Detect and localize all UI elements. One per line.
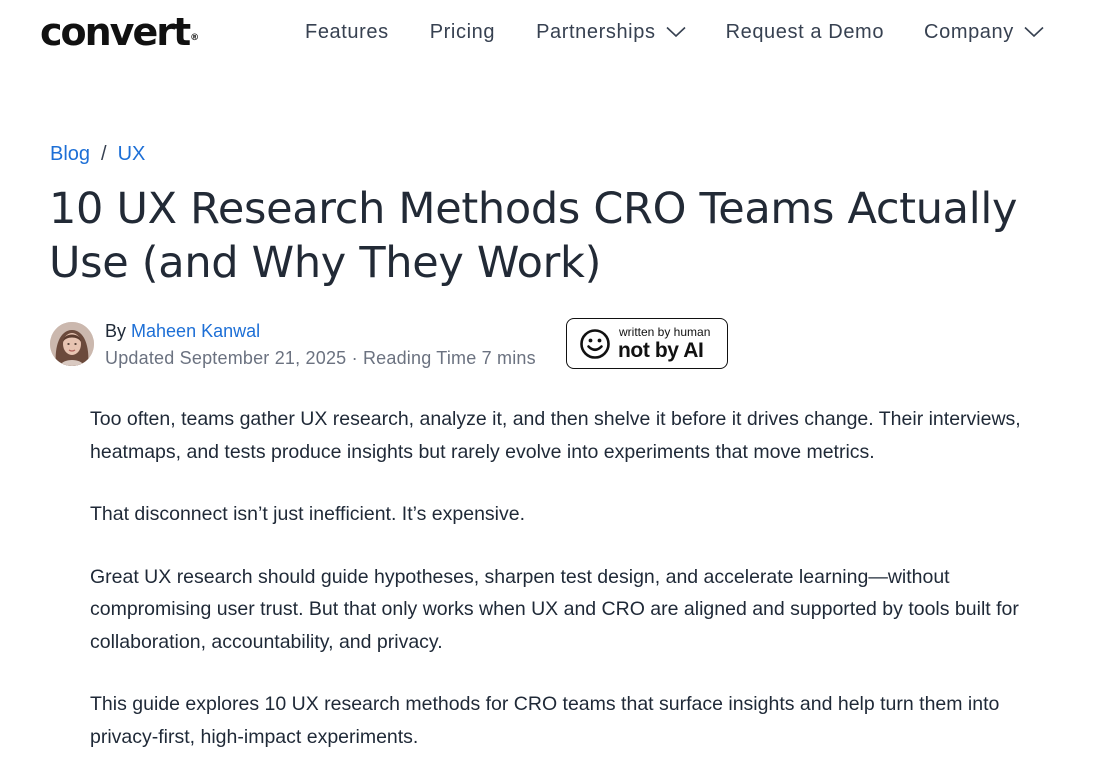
nav-features-label: Features	[305, 21, 389, 43]
author-link[interactable]: Maheen Kanwal	[131, 321, 260, 341]
article-body: Too often, teams gather UX research, ana…	[90, 403, 1050, 783]
body-paragraph: Great UX research should guide hypothese…	[90, 565, 1019, 653]
body-paragraph: Too often, teams gather UX research, ana…	[90, 408, 1021, 463]
nav-features[interactable]: Features	[305, 19, 389, 45]
main-nav: Features Pricing Partnerships Request a …	[305, 19, 1044, 45]
convert-logo[interactable]: convert®	[40, 8, 199, 56]
nav-partnerships[interactable]: Partnerships	[536, 19, 686, 45]
nav-pricing[interactable]: Pricing	[430, 19, 495, 45]
nav-company-label: Company	[924, 21, 1014, 43]
nav-pricing-label: Pricing	[429, 21, 496, 43]
nav-company[interactable]: Company	[924, 19, 1044, 45]
author-avatar[interactable]	[50, 322, 94, 366]
breadcrumb-ux-link[interactable]: UX	[118, 142, 146, 166]
nav-partnerships-label: Partnerships	[536, 21, 656, 43]
not-by-ai-badge[interactable]: written by human not by AI	[566, 318, 728, 369]
logo-text: convert	[40, 10, 191, 54]
chevron-down-icon	[1024, 19, 1044, 45]
nav-request-demo-label: Request a Demo	[725, 21, 885, 43]
article-title: 10 UX Research Methods CRO Teams Actuall…	[49, 184, 1018, 288]
breadcrumb: Blog / UX	[50, 142, 145, 166]
badge-big-text: not by AI	[618, 339, 704, 362]
by-label: By	[105, 321, 127, 341]
body-paragraph: This guide explores 10 UX research metho…	[90, 693, 1000, 748]
badge-small-text: written by human	[619, 325, 711, 339]
smiley-face-icon	[579, 328, 611, 365]
author-line: By Maheen Kanwal	[105, 320, 260, 342]
site-header: convert® Features Pricing Partnerships R…	[0, 0, 1104, 64]
nav-request-demo[interactable]: Request a Demo	[726, 19, 884, 45]
body-paragraph: That disconnect isn’t just inefficient. …	[90, 503, 526, 525]
breadcrumb-separator: /	[101, 143, 107, 165]
breadcrumb-blog-link[interactable]: Blog	[50, 142, 90, 166]
registered-mark: ®	[190, 33, 200, 43]
article-meta: Updated September 21, 2025 · Reading Tim…	[105, 348, 536, 368]
chevron-down-icon	[666, 19, 686, 45]
